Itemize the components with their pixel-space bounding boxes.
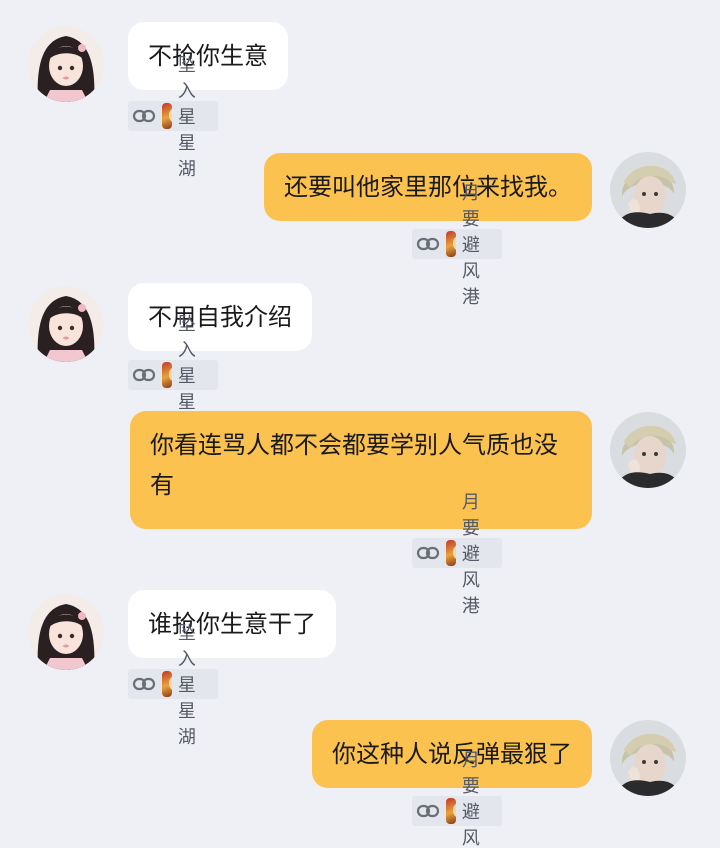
hero-icon xyxy=(446,798,456,824)
sender-name: 坠入星星湖 xyxy=(177,623,196,748)
link-icon xyxy=(132,363,156,387)
anime-girl-avatar-icon[interactable] xyxy=(28,26,104,102)
message-bubble[interactable]: 你看连骂人都不会都要学别人气质也没有 xyxy=(130,411,592,529)
sender-tag[interactable]: 月要避风港 xyxy=(412,183,502,308)
sender-tag[interactable]: 坠入星星湖 xyxy=(128,623,218,748)
sender-name: 月要避风港 xyxy=(461,750,480,848)
hero-icon xyxy=(162,103,172,129)
message-bubble[interactable]: 还要叫他家里那位来找我。 xyxy=(264,153,592,221)
anime-girl-avatar-icon[interactable] xyxy=(28,286,104,362)
boy-avatar-icon[interactable] xyxy=(610,412,686,488)
link-icon xyxy=(416,541,440,565)
hero-icon xyxy=(446,231,456,257)
link-icon xyxy=(416,232,440,256)
sender-tag[interactable]: 月要避风港 xyxy=(412,750,502,848)
message-bubble[interactable]: 不用自我介绍 xyxy=(128,283,312,351)
link-icon xyxy=(132,104,156,128)
message-bubble[interactable]: 谁抢你生意干了 xyxy=(128,590,336,658)
sender-name: 月要避风港 xyxy=(461,492,480,617)
boy-avatar-icon[interactable] xyxy=(610,720,686,796)
hero-icon xyxy=(162,671,172,697)
sender-tag[interactable]: 月要避风港 xyxy=(412,492,502,617)
sender-name: 月要避风港 xyxy=(461,183,480,308)
sender-tag[interactable]: 坠入星星湖 xyxy=(128,55,218,180)
sender-name: 坠入星星湖 xyxy=(177,55,196,180)
link-icon xyxy=(416,799,440,823)
message-bubble[interactable]: 你这种人说反弹最狠了 xyxy=(312,720,592,788)
sender-tag[interactable]: 坠入星星湖 xyxy=(128,314,218,439)
hero-icon xyxy=(162,362,172,388)
anime-girl-avatar-icon[interactable] xyxy=(28,594,104,670)
boy-avatar-icon[interactable] xyxy=(610,152,686,228)
link-icon xyxy=(132,672,156,696)
hero-icon xyxy=(446,540,456,566)
